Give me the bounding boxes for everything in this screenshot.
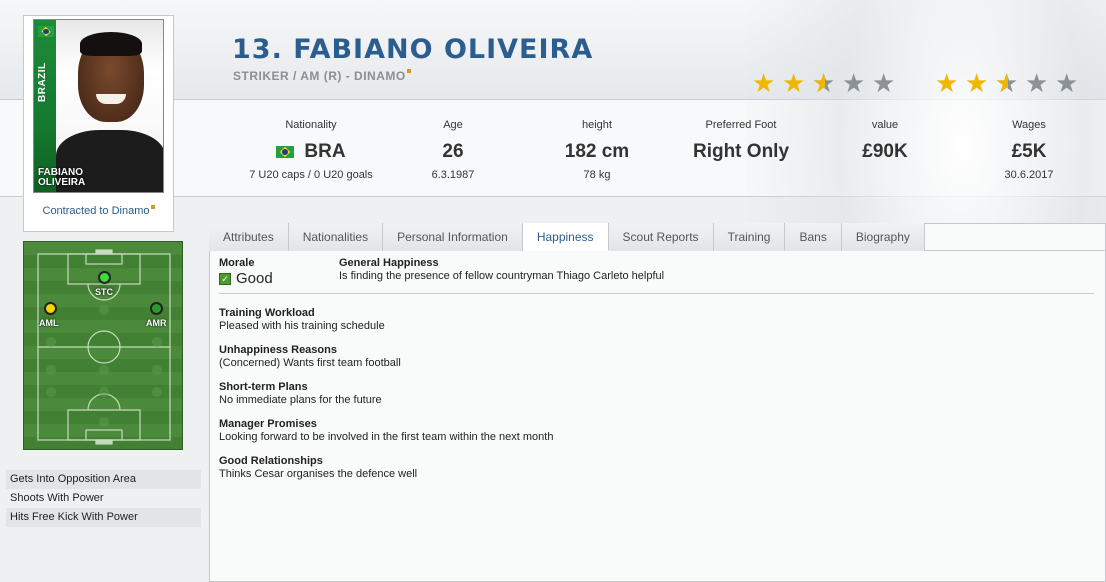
info-marker-icon [406,69,411,73]
star-icon: ★ [872,69,896,99]
morale-check-icon: ✓ [219,273,231,286]
nationality-label: Nationality [285,119,337,131]
age-label: Age [443,119,463,131]
birth-date: 6.3.1987 [431,169,475,181]
photo-name: FABIANO OLIVEIRA [38,168,85,188]
tab-scout-reports[interactable]: Scout Reports [608,223,714,251]
section-heading: Unhappiness Reasons [219,344,337,356]
star-icon: ★ [1025,69,1049,99]
tab-training[interactable]: Training [713,223,786,251]
trait-item[interactable]: Shoots With Power [6,489,201,508]
position-label-amr: AMR [146,318,167,328]
contract-status-text: Contracted to Dinamo [42,205,150,217]
tab-bans[interactable]: Bans [785,223,842,251]
tab-bar: Attributes Nationalities Personal Inform… [209,223,1106,251]
section-text: No immediate plans for the future [219,394,382,406]
nationality-caps: 7 U20 caps / 0 U20 goals [249,169,373,181]
wages-value: £5K [1011,141,1047,162]
height-column: height 182 cm 78 kg [547,119,647,181]
value-label: value [871,119,899,131]
section-heading: Manager Promises [219,418,317,430]
wages-label: Wages [1012,119,1046,131]
training-workload-section: Training Workload Pleased with his train… [219,307,385,332]
photo-name-last: OLIVEIRA [38,177,86,188]
contract-status[interactable]: Contracted to Dinamo [23,200,174,232]
position-marker-stc [98,271,111,284]
unhappiness-reasons-section: Unhappiness Reasons (Concerned) Wants fi… [219,344,401,369]
star-icon: ★ [995,71,1021,97]
info-marker-icon [150,205,155,209]
current-ability-stars: ★ ★ ★ ★ ★ [752,71,898,97]
age-value: 26 [442,141,464,162]
section-heading: Good Relationships [219,455,323,467]
tab-attributes[interactable]: Attributes [209,223,289,251]
trait-item[interactable]: Hits Free Kick With Power [6,508,201,527]
age-column: Age 26 6.3.1987 [403,119,503,181]
position-marker-amr [150,302,163,315]
player-photo: BRAZIL FABIANO OLIVEIRA [33,19,164,193]
section-heading: Training Workload [219,307,315,319]
general-happiness-label: General Happiness [339,257,439,269]
star-icon: ★ [782,69,806,99]
wages-column: Wages £5K 30.6.2017 [979,119,1079,181]
positions-pitch: STC AML AMR [23,241,183,450]
foot-column: Preferred Foot Right Only [680,119,802,163]
section-heading: Short-term Plans [219,381,308,393]
nationality-value: BRA [304,141,346,162]
player-subtitle-text: STRIKER / AM (R) - DINAMO [233,69,406,83]
star-icon: ★ [965,69,989,99]
morale-label: Morale [219,257,255,269]
good-relationships-section: Good Relationships Thinks Cesar organise… [219,455,417,480]
general-happiness-text: Is finding the presence of fellow countr… [339,270,665,282]
tab-biography[interactable]: Biography [841,223,925,251]
foot-label: Preferred Foot [705,119,777,131]
contract-expiry: 30.6.2017 [1004,169,1054,181]
potential-ability-stars: ★ ★ ★ ★ ★ [935,71,1081,97]
section-text: (Concerned) Wants first team football [219,357,401,369]
nationality-value-row[interactable]: BRA [231,141,391,163]
tab-personal-information[interactable]: Personal Information [383,223,523,251]
section-text: Pleased with his training schedule [219,320,385,332]
manager-promises-section: Manager Promises Looking forward to be i… [219,418,553,443]
star-icon: ★ [1055,69,1079,99]
weight-value: 78 kg [583,169,611,181]
divider [219,293,1094,294]
position-label-aml: AML [39,318,59,328]
height-label: height [582,119,612,131]
star-icon: ★ [812,71,838,97]
player-traits-list: Gets Into Opposition Area Shoots With Po… [6,470,201,527]
section-text: Thinks Cesar organises the defence well [219,468,418,480]
section-text: Looking forward to be involved in the fi… [219,431,554,443]
player-title: 13. FABIANO OLIVEIRA [232,34,594,65]
trait-item[interactable]: Gets Into Opposition Area [6,470,201,489]
morale-value: Good [236,270,273,287]
short-term-plans-section: Short-term Plans No immediate plans for … [219,381,382,406]
value-value: £90K [862,141,908,162]
tab-happiness[interactable]: Happiness [522,223,609,251]
photo-country: BRAZIL [37,62,48,102]
player-subtitle: STRIKER / AM (R) - DINAMO [233,69,411,83]
height-value: 182 cm [564,141,630,162]
position-label-stc: STC [95,287,113,297]
star-icon: ★ [842,69,866,99]
star-icon: ★ [752,69,776,99]
value-column: value £90K [835,119,935,163]
tab-nationalities[interactable]: Nationalities [288,223,384,251]
brazil-flag-icon [276,145,295,158]
brazil-flag-icon [38,26,54,37]
position-marker-aml [44,302,57,315]
morale-value-row: ✓ Good [219,270,273,287]
foot-value: Right Only [692,141,790,162]
star-icon: ★ [935,69,959,99]
nationality-column: Nationality BRA 7 U20 caps / 0 U20 goals [231,119,391,181]
